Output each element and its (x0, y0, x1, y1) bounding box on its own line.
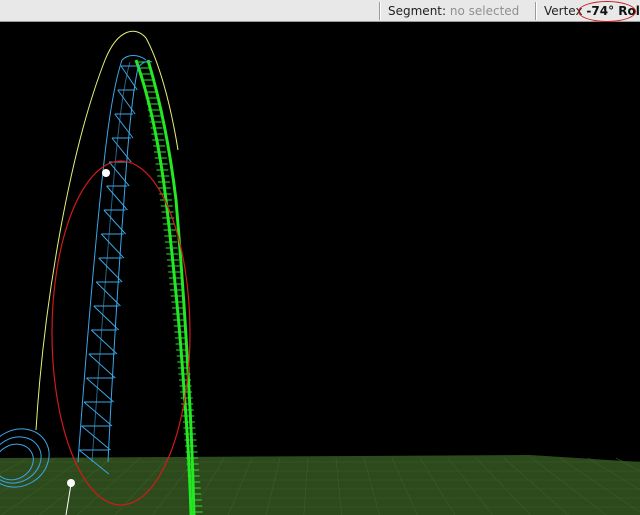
viewport-background (0, 22, 640, 515)
status-bar: Segment: no selected Vertex -74° Roll (0, 0, 640, 22)
status-separator (379, 2, 381, 20)
roll-value-annotation (578, 1, 636, 22)
vertex-label: Vertex (544, 4, 583, 18)
vertex-handle-bottom[interactable] (67, 479, 75, 487)
segment-value: no selected (449, 4, 520, 18)
3d-viewport[interactable] (0, 22, 640, 515)
segment-status: Segment: no selected (388, 3, 519, 19)
vertex-handle-top[interactable] (102, 169, 110, 177)
segment-label: Segment: (388, 4, 447, 18)
status-separator (535, 2, 537, 20)
